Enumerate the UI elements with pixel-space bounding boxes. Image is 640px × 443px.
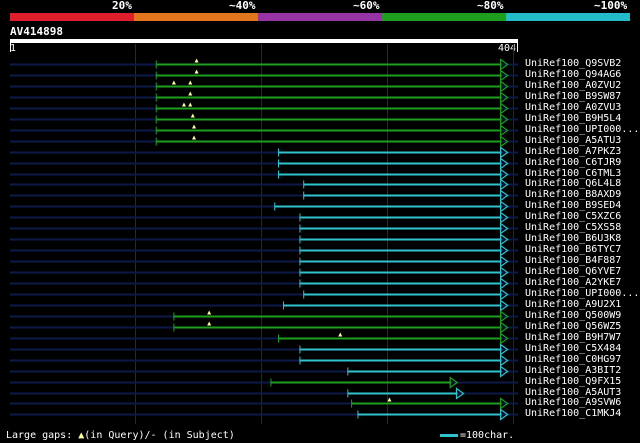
hit-label[interactable]: UniRef100_A7PKZ3 [525,147,621,157]
hit-label[interactable]: UniRef100_Q500W9 [525,311,621,321]
hit-row [10,343,518,356]
scale-legend: =100char. [440,430,514,441]
hit-label[interactable]: UniRef100_A9SVW6 [525,398,621,408]
hit-row [10,211,518,224]
hit-row [10,288,518,301]
query-gap-marker [190,113,195,118]
hit-label[interactable]: UniRef100_B9SED4 [525,201,621,211]
query-gap-marker [192,124,197,129]
hit-label[interactable]: UniRef100_B9H5L4 [525,114,621,124]
hit-row [10,91,518,104]
query-gap-marker [171,80,176,85]
hit-label[interactable]: UniRef100_C6TJR9 [525,158,621,168]
query-gap-marker [188,80,193,85]
hit-label[interactable]: UniRef100_A9U2X1 [525,300,621,310]
hit-label[interactable]: UniRef100_B8AXD9 [525,190,621,200]
hit-label[interactable]: UniRef100_Q94AG6 [525,70,621,80]
hit-row [10,299,518,312]
hit-row [10,387,518,400]
query-gap-marker [192,135,197,140]
query-gap-marker [207,310,212,315]
hit-row [10,146,518,159]
hit-row [10,408,518,421]
query-gap-marker [188,102,193,107]
hit-label[interactable]: UniRef100_C5XZC6 [525,212,621,222]
hit-row [10,365,518,378]
hit-row [10,157,518,170]
scale-bar-swatch [440,433,458,437]
hit-label[interactable]: UniRef100_A3BIT2 [525,366,621,376]
query-gap-marker [338,332,343,337]
gaps-legend-suffix: (in Query)/- (in Subject) [84,430,235,441]
hit-row [10,69,518,82]
hit-label[interactable]: UniRef100_B4F887 [525,256,621,266]
hit-row [10,189,518,202]
hit-label[interactable]: UniRef100_C1MKJ4 [525,409,621,419]
hit-label[interactable]: UniRef100_A2YKE7 [525,278,621,288]
hit-label[interactable]: UniRef100_B6TYC7 [525,245,621,255]
hit-label[interactable]: UniRef100_UPI000... [525,289,639,299]
query-gap-marker [181,102,186,107]
hit-row [10,266,518,279]
scale-legend-label: =100char. [460,430,515,441]
hit-row [10,321,518,334]
hit-row [10,124,518,137]
hit-label[interactable]: UniRef100_Q6L4L8 [525,179,621,189]
query-gap-marker [207,321,212,326]
hit-row [10,233,518,246]
hit-row [10,58,518,71]
query-gap-marker [194,69,199,74]
hit-row [10,135,518,148]
gaps-legend: Large gaps: ▲(in Query)/- (in Subject) [6,430,235,441]
hit-row [10,200,518,213]
gaps-legend-prefix: Large gaps: [6,430,79,441]
hit-row [10,102,518,115]
hit-label[interactable]: UniRef100_A0ZVU2 [525,81,621,91]
hit-label[interactable]: UniRef100_A0ZVU3 [525,103,621,113]
hit-label[interactable]: UniRef100_B6U3K8 [525,234,621,244]
query-gap-marker [194,58,199,63]
hit-label[interactable]: UniRef100_B9SW87 [525,92,621,102]
query-gap-marker [387,397,392,402]
hit-label[interactable]: UniRef100_B9H7W7 [525,333,621,343]
hit-row [10,113,518,126]
hit-row [10,244,518,257]
hit-row [10,222,518,235]
hit-row [10,354,518,367]
hit-row [10,376,518,389]
hit-row [10,332,518,345]
hit-row [10,255,518,268]
hit-row [10,80,518,93]
hit-label[interactable]: UniRef100_C5X484 [525,344,621,354]
hit-row [10,178,518,191]
hit-row [10,277,518,290]
hit-label[interactable]: UniRef100_C5XS58 [525,223,621,233]
hit-label[interactable]: UniRef100_Q9SVB2 [525,59,621,69]
query-gap-marker [188,91,193,96]
hit-label[interactable]: UniRef100_Q9FX15 [525,377,621,387]
hit-row [10,168,518,181]
hit-label[interactable]: UniRef100_Q56WZ5 [525,322,621,332]
hit-label[interactable]: UniRef100_Q6YVE7 [525,267,621,277]
hit-label[interactable]: UniRef100_C0HG97 [525,355,621,365]
hit-row [10,397,518,410]
hit-row [10,310,518,323]
hit-label[interactable]: UniRef100_UPI000... [525,125,639,135]
hit-label[interactable]: UniRef100_A5ATU3 [525,136,621,146]
